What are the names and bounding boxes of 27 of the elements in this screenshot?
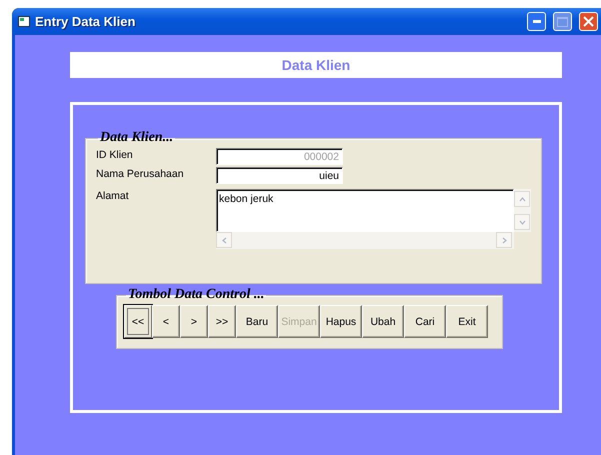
action-button[interactable]: Baru [236, 305, 278, 338]
maximize-icon [557, 16, 568, 26]
text-field[interactable]: uieu [216, 167, 343, 184]
maximize-button[interactable] [553, 12, 572, 31]
header-title: Data Klien [282, 57, 350, 73]
navigation-button[interactable]: > [180, 305, 208, 338]
navigation-button[interactable]: < [152, 305, 180, 338]
window-title: Entry Data Klien [35, 14, 136, 29]
vertical-scrollbar[interactable] [514, 189, 531, 232]
field-label: Nama Perusahaan [96, 167, 185, 180]
minimize-icon [532, 20, 540, 23]
action-button[interactable]: Cari [404, 305, 446, 338]
action-button[interactable]: Ubah [362, 305, 404, 338]
address-field[interactable]: kebon jeruk [216, 189, 514, 232]
navigation-button[interactable]: << [124, 305, 152, 338]
group-title: Data Klien... [99, 130, 174, 146]
horizontal-scrollbar[interactable] [216, 232, 514, 249]
app-icon [18, 16, 30, 27]
close-icon [583, 16, 594, 27]
field-label: Alamat [96, 189, 130, 202]
action-button[interactable]: Exit [446, 305, 488, 338]
minimize-button[interactable] [527, 12, 546, 31]
action-button[interactable]: Hapus [320, 305, 362, 338]
field-label: ID Klien [96, 148, 134, 161]
close-button[interactable] [579, 12, 598, 31]
group-title: Tombol Data Control ... [127, 287, 266, 303]
navigation-button[interactable]: >> [208, 305, 236, 338]
